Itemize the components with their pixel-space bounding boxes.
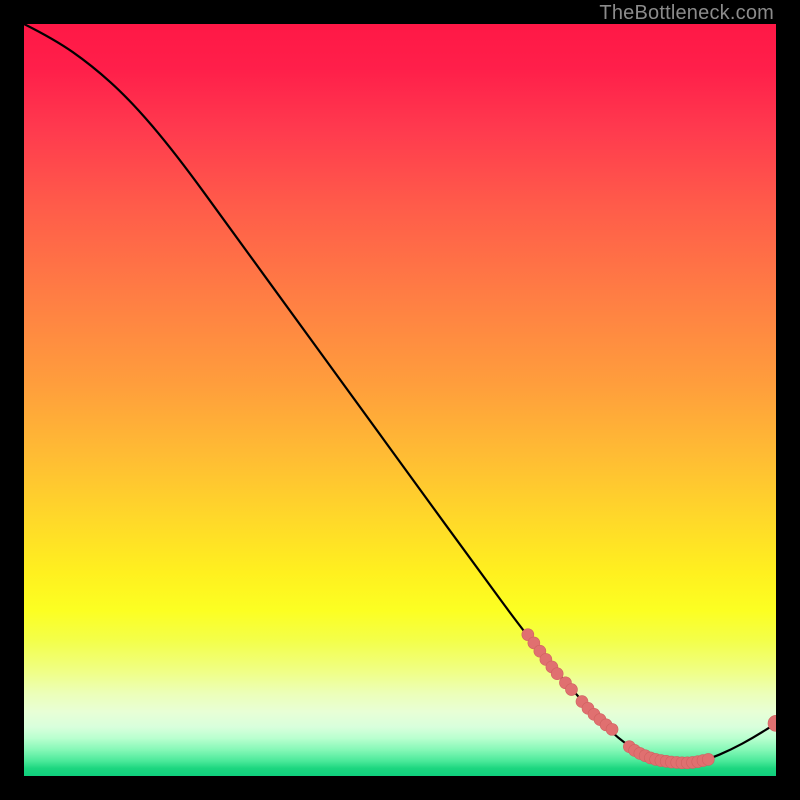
plot-area [24, 24, 776, 776]
data-marker [551, 668, 563, 680]
watermark-text: TheBottleneck.com [599, 2, 774, 25]
data-markers [522, 629, 776, 769]
curve-line [24, 24, 776, 763]
data-marker [606, 723, 618, 735]
chart-svg [24, 24, 776, 776]
chart-frame: TheBottleneck.com [0, 0, 800, 800]
data-marker [565, 684, 577, 696]
data-marker [702, 753, 714, 765]
